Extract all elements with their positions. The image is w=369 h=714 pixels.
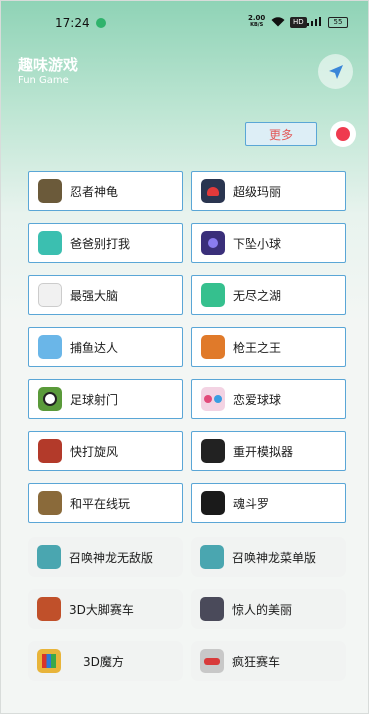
love-balls-game-icon [201, 387, 225, 411]
network-speed: 2.00 KB/S [248, 15, 265, 29]
game-label: 惊人的美丽 [232, 602, 293, 617]
game-tile-love-balls[interactable]: 恋爱球球 [191, 379, 346, 419]
game-tile-amazing-beauty[interactable]: 惊人的美丽 [191, 589, 346, 629]
super-mario-game-icon [201, 179, 225, 203]
peace-online-game-icon [38, 491, 62, 515]
record-icon [336, 127, 350, 141]
page-subtitle: Fun Game [18, 75, 69, 86]
network-speed-value: 2.00 [248, 14, 266, 22]
falling-ball-game-icon [201, 231, 225, 255]
game-label: 疯狂赛车 [232, 654, 281, 669]
game-label: 召唤神龙菜单版 [232, 550, 317, 565]
game-tile-life-restart[interactable]: 重开模拟器 [191, 431, 346, 471]
dad-dont-hit-game-icon [38, 231, 62, 255]
game-tile-fishing-master[interactable]: 捕鱼达人 [28, 327, 183, 367]
game-tile-3d-rubiks-cube[interactable]: 3D魔方 [28, 641, 183, 681]
game-tile-falling-ball[interactable]: 下坠小球 [191, 223, 346, 263]
game-tile-3d-bigfoot-racing[interactable]: 3D大脚赛车 [28, 589, 183, 629]
game-label: 爸爸别打我 [70, 236, 131, 251]
game-tile-endless-lake[interactable]: 无尽之湖 [191, 275, 346, 315]
game-label: 快打旋风 [70, 444, 119, 459]
signal-icon [307, 17, 321, 26]
game-tile-dragon-invincible[interactable]: 召唤神龙无敌版 [28, 537, 183, 577]
game-tile-football-shoot[interactable]: 足球射门 [28, 379, 183, 419]
page-title: 趣味游戏 [18, 56, 79, 74]
game-tile-street-fighter[interactable]: 快打旋风 [28, 431, 183, 471]
amazing-beauty-game-icon [200, 597, 224, 621]
gun-king-game-icon [201, 335, 225, 359]
game-tile-gun-king[interactable]: 枪王之王 [191, 327, 346, 367]
send-icon [328, 64, 343, 79]
game-label: 超级玛丽 [233, 184, 282, 199]
app-screen: 17:24 2.00 KB/S HD 55 趣味游戏 Fun Game 更多 忍… [0, 0, 369, 714]
fishing-master-game-icon [38, 335, 62, 359]
call-indicator-icon [96, 18, 106, 28]
game-tile-crazy-racing[interactable]: 疯狂赛车 [191, 641, 346, 681]
network-speed-unit: KB/S [250, 22, 264, 28]
status-bar: 17:24 2.00 KB/S HD 55 [1, 1, 368, 37]
game-label: 3D大脚赛车 [69, 602, 134, 617]
status-time: 17:24 [55, 16, 90, 30]
wifi-icon [271, 17, 285, 27]
ninja-turtles-game-icon [38, 179, 62, 203]
life-restart-game-icon [201, 439, 225, 463]
game-label: 重开模拟器 [233, 444, 294, 459]
game-label: 无尽之湖 [233, 288, 282, 303]
game-label: 最强大脑 [70, 288, 119, 303]
crazy-racing-game-icon [200, 649, 224, 673]
endless-lake-game-icon [201, 283, 225, 307]
send-button[interactable] [318, 54, 353, 89]
game-label: 足球射门 [70, 392, 119, 407]
game-tile-super-mario[interactable]: 超级玛丽 [191, 171, 346, 211]
dragon-game-icon [37, 545, 61, 569]
street-fighter-game-icon [38, 439, 62, 463]
bigfoot-racing-game-icon [37, 597, 61, 621]
game-tile-dad-dont-hit[interactable]: 爸爸别打我 [28, 223, 183, 263]
game-label: 魂斗罗 [233, 496, 270, 511]
game-label: 捕鱼达人 [70, 340, 119, 355]
hd-badge: HD [290, 17, 307, 28]
dragon-game-icon [200, 545, 224, 569]
game-label: 3D魔方 [83, 654, 124, 669]
football-game-icon [38, 387, 62, 411]
game-label: 下坠小球 [233, 236, 282, 251]
game-tile-dragon-menu[interactable]: 召唤神龙菜单版 [191, 537, 346, 577]
game-tile-ninja-turtles[interactable]: 忍者神龟 [28, 171, 183, 211]
game-label: 枪王之王 [233, 340, 282, 355]
game-label: 召唤神龙无敌版 [69, 550, 154, 565]
game-label: 忍者神龟 [70, 184, 119, 199]
rubiks-cube-game-icon [37, 649, 61, 673]
game-tile-contra[interactable]: 魂斗罗 [191, 483, 346, 523]
game-label: 和平在线玩 [70, 496, 131, 511]
contra-game-icon [201, 491, 225, 515]
battery-indicator: 55 [328, 17, 348, 28]
strongest-brain-game-icon [38, 283, 62, 307]
record-button[interactable] [330, 121, 356, 147]
more-button[interactable]: 更多 [245, 122, 317, 146]
game-tile-peace-online[interactable]: 和平在线玩 [28, 483, 183, 523]
game-tile-strongest-brain[interactable]: 最强大脑 [28, 275, 183, 315]
game-label: 恋爱球球 [233, 392, 282, 407]
